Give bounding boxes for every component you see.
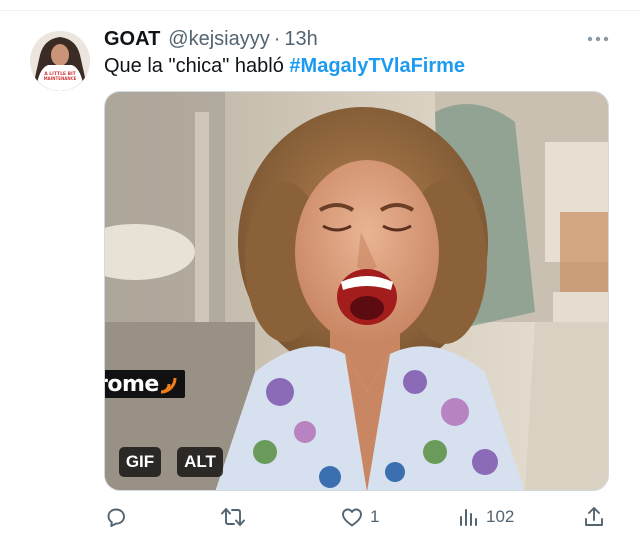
tweet-text: Que la "chica" habló #MagalyTVlaFirme bbox=[104, 53, 465, 79]
alt-text-button[interactable]: ALT bbox=[177, 447, 223, 477]
avatar-image: A LITTLE BIT MAINTENANCE bbox=[30, 31, 90, 91]
display-name[interactable]: GOAT bbox=[104, 28, 160, 51]
share-button[interactable] bbox=[582, 502, 606, 532]
watermark-text: trome bbox=[105, 371, 159, 397]
like-icon bbox=[342, 508, 362, 527]
tweet-header: GOAT @kejsiayyy · 13h bbox=[104, 26, 318, 52]
gif-badge: GIF bbox=[119, 447, 161, 477]
tweet-actions: 1 102 bbox=[104, 502, 614, 532]
retweet-icon bbox=[221, 508, 245, 526]
tweet-media[interactable]: trome GIF ALT bbox=[104, 91, 609, 491]
reply-button[interactable] bbox=[104, 502, 134, 532]
share-icon bbox=[585, 507, 603, 526]
hashtag-link[interactable]: #MagalyTVlaFirme bbox=[289, 55, 465, 77]
separator-dot: · bbox=[273, 27, 281, 50]
like-count: 1 bbox=[370, 507, 380, 526]
avatar-shirt-text-line2: MAINTENANCE bbox=[44, 76, 77, 81]
more-icon[interactable] bbox=[584, 28, 612, 50]
like-button[interactable]: 1 bbox=[340, 502, 379, 532]
retweet-button[interactable] bbox=[220, 502, 252, 532]
trome-watermark: trome bbox=[105, 370, 185, 398]
gif-image bbox=[105, 92, 608, 490]
views-icon bbox=[460, 509, 477, 526]
user-handle[interactable]: @kejsiayyy bbox=[168, 28, 269, 51]
watermark-signal-icon bbox=[160, 377, 177, 394]
views-count: 102 bbox=[486, 507, 515, 526]
reply-icon bbox=[107, 508, 125, 527]
views-button[interactable]: 102 bbox=[456, 502, 514, 532]
top-divider bbox=[0, 10, 640, 11]
avatar[interactable]: A LITTLE BIT MAINTENANCE bbox=[30, 31, 90, 91]
tweet-text-body: Que la "chica" habló bbox=[104, 55, 290, 77]
tweet-time[interactable]: 13h bbox=[284, 28, 317, 51]
